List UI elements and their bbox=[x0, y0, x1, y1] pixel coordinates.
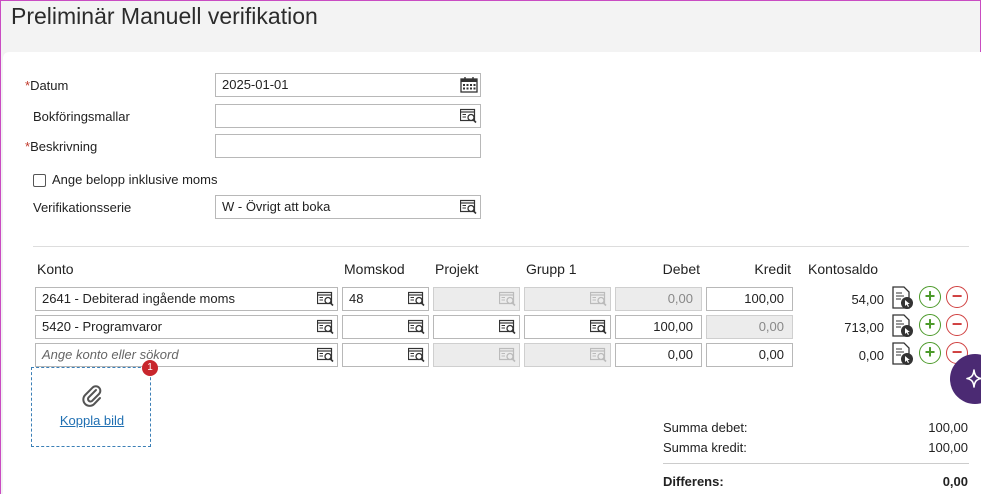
account-info-icon[interactable] bbox=[892, 314, 914, 341]
row-credit-field[interactable]: 0,00 bbox=[706, 343, 793, 367]
row-account-placeholder: Ange konto eller sökord bbox=[42, 347, 179, 362]
sum-debit-label: Summa debet: bbox=[663, 420, 748, 435]
plus-circle-icon[interactable]: + bbox=[919, 286, 941, 308]
col-header-project: Projekt bbox=[435, 261, 479, 277]
description-label-text: Beskrivning bbox=[30, 139, 98, 154]
col-header-vat-code: Momskod bbox=[344, 261, 405, 277]
row-account-field[interactable]: Ange konto eller sökord bbox=[35, 343, 338, 367]
lookup-icon[interactable] bbox=[408, 319, 426, 335]
sum-credit-label: Summa kredit: bbox=[663, 440, 747, 455]
col-header-balance: Kontosaldo bbox=[808, 261, 879, 277]
lookup-icon[interactable] bbox=[499, 319, 517, 335]
row-project-field bbox=[433, 287, 520, 311]
incl-vat-label: Ange belopp inklusive moms bbox=[52, 172, 218, 187]
series-label: Verifikationsserie bbox=[33, 200, 132, 215]
col-header-group: Grupp 1 bbox=[526, 261, 577, 277]
row-debit-field[interactable]: 0,00 bbox=[615, 343, 702, 367]
summary-divider bbox=[663, 463, 969, 464]
lookup-icon[interactable] bbox=[317, 319, 335, 335]
lookup-icon[interactable] bbox=[408, 291, 426, 307]
lookup-icon[interactable] bbox=[408, 347, 426, 363]
row-actions: + − bbox=[892, 314, 972, 338]
account-info-icon[interactable] bbox=[892, 342, 914, 369]
minus-circle-icon[interactable]: − bbox=[946, 314, 968, 336]
row-balance: 54,00 bbox=[851, 292, 884, 307]
sum-credit-value: 100,00 bbox=[928, 440, 968, 455]
templates-field[interactable] bbox=[215, 104, 481, 128]
diff-value: 0,00 bbox=[942, 474, 968, 489]
date-label: *Datum bbox=[25, 78, 68, 94]
series-field[interactable]: W - Övrigt att boka bbox=[215, 195, 481, 219]
col-header-credit: Kredit bbox=[754, 261, 791, 277]
date-value: 2025-01-01 bbox=[222, 77, 289, 92]
row-project-field bbox=[433, 343, 520, 367]
row-account-value: 2641 - Debiterad ingående moms bbox=[42, 291, 235, 306]
row-project-field[interactable] bbox=[433, 315, 520, 339]
incl-vat-checkbox[interactable] bbox=[33, 174, 46, 187]
row-account-field[interactable]: 5420 - Programvaror bbox=[35, 315, 338, 339]
attachment-dropzone[interactable]: Koppla bild bbox=[31, 367, 151, 447]
lookup-icon[interactable] bbox=[460, 108, 478, 124]
date-field[interactable]: 2025-01-01 bbox=[215, 73, 481, 97]
sum-debit-value: 100,00 bbox=[928, 420, 968, 435]
lookup-icon[interactable] bbox=[460, 199, 478, 215]
section-divider bbox=[33, 246, 969, 247]
row-account-value: 5420 - Programvaror bbox=[42, 319, 162, 334]
row-debit-field[interactable]: 100,00 bbox=[615, 315, 702, 339]
plus-circle-icon[interactable]: + bbox=[919, 314, 941, 336]
row-account-field[interactable]: 2641 - Debiterad ingående moms bbox=[35, 287, 338, 311]
lookup-icon[interactable] bbox=[590, 319, 608, 335]
row-balance: 0,00 bbox=[858, 348, 884, 363]
date-label-text: Datum bbox=[30, 78, 69, 93]
lookup-icon bbox=[499, 291, 517, 307]
description-field[interactable] bbox=[215, 134, 481, 158]
row-vat-code-field[interactable] bbox=[342, 343, 429, 367]
lookup-icon[interactable] bbox=[317, 347, 335, 363]
calendar-icon[interactable] bbox=[460, 77, 478, 93]
lookup-icon bbox=[590, 291, 608, 307]
attach-image-link[interactable]: Koppla bild bbox=[32, 413, 152, 428]
account-info-icon[interactable] bbox=[892, 286, 914, 313]
plus-circle-icon[interactable]: + bbox=[919, 342, 941, 364]
row-vat-code-value: 48 bbox=[349, 291, 364, 306]
row-group-field bbox=[524, 343, 611, 367]
row-balance: 713,00 bbox=[844, 320, 884, 335]
col-header-account: Konto bbox=[37, 261, 74, 277]
col-header-debit: Debet bbox=[662, 261, 700, 277]
row-debit-field: 0,00 bbox=[615, 287, 702, 311]
page-title: Preliminär Manuell verifikation bbox=[11, 3, 318, 29]
row-credit-field: 0,00 bbox=[706, 315, 793, 339]
minus-circle-icon[interactable]: − bbox=[946, 286, 968, 308]
row-group-field[interactable] bbox=[524, 315, 611, 339]
row-group-field bbox=[524, 287, 611, 311]
paperclip-icon bbox=[82, 385, 102, 407]
row-vat-code-field[interactable] bbox=[342, 315, 429, 339]
row-vat-code-field[interactable]: 48 bbox=[342, 287, 429, 311]
attachment-count-badge: 1 bbox=[142, 360, 158, 376]
description-label: *Beskrivning bbox=[25, 139, 97, 155]
diff-label: Differens: bbox=[663, 474, 724, 489]
row-credit-field[interactable]: 100,00 bbox=[706, 287, 793, 311]
row-actions: + − bbox=[892, 286, 972, 310]
templates-label: Bokföringsmallar bbox=[33, 109, 130, 124]
sparkle-icon bbox=[966, 369, 981, 388]
series-value: W - Övrigt att boka bbox=[222, 199, 331, 214]
lookup-icon[interactable] bbox=[317, 291, 335, 307]
lookup-icon bbox=[499, 347, 517, 363]
lookup-icon bbox=[590, 347, 608, 363]
